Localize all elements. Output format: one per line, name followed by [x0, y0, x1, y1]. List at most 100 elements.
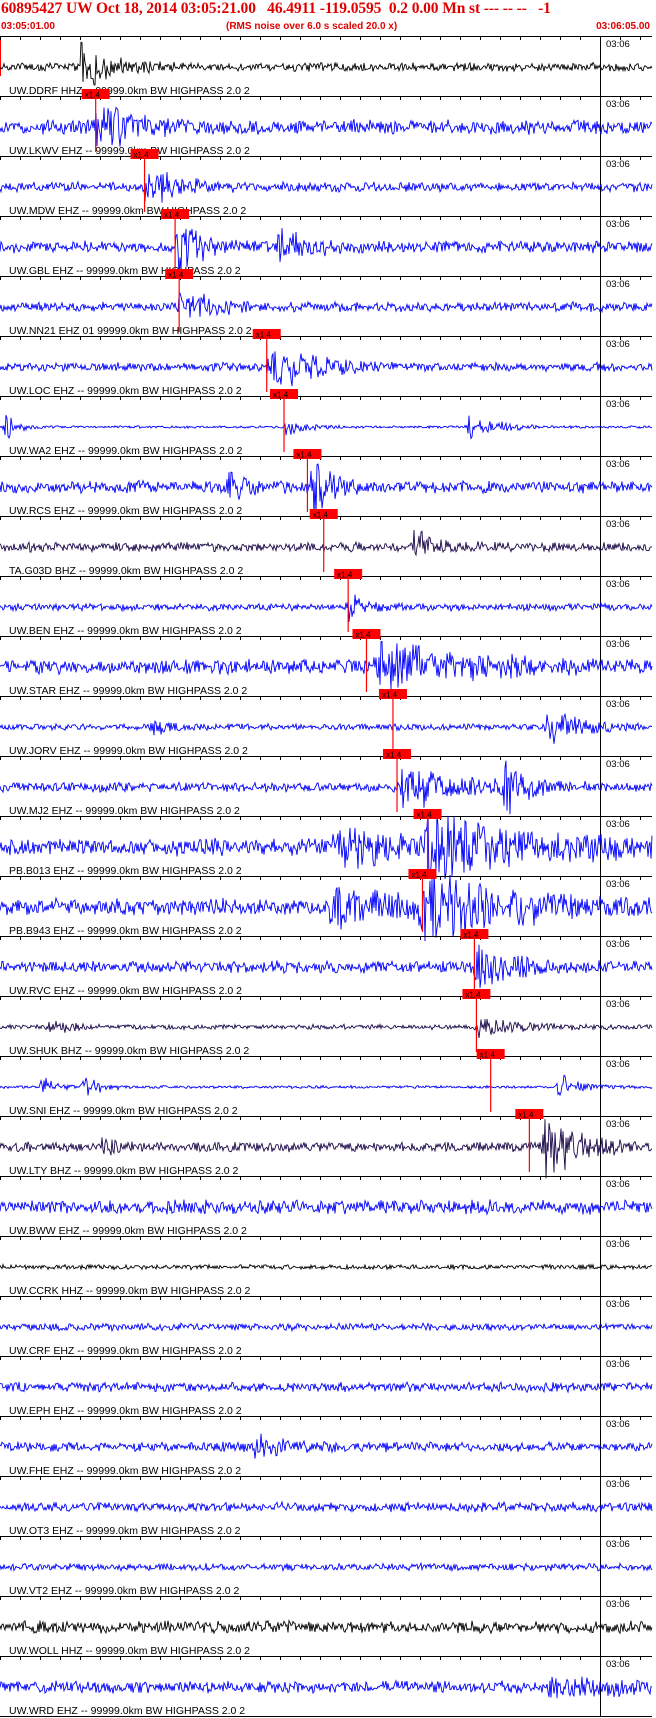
pick-label: x1.4 — [273, 391, 289, 400]
minute-marker-label: 03:06 — [606, 1179, 630, 1190]
trace-panel: 03:06 PB.B013 EHZ -- 99999.0km BW HIGHPAS… — [0, 809, 653, 879]
station-label: UW.GBL EHZ -- 99999.0km BW HIGHPASS 2.0 … — [9, 265, 241, 277]
station-label: UW.SHUK BHZ -- 99999.0km BW HIGHPASS 2.0… — [9, 1045, 249, 1057]
minute-marker-label: 03:06 — [606, 1119, 630, 1130]
station-label: TA.G03D BHZ -- 99999.0km BW HIGHPASS 2.0… — [9, 565, 243, 577]
station-label: UW.LTY BHZ -- 99999.0km BW HIGHPASS 2.0 … — [9, 1165, 238, 1177]
station-label: UW.WOLL HHZ -- 99999.0km BW HIGHPASS 2.0… — [9, 1645, 250, 1657]
trace-panel: 03:06 UW.EPH EHZ -- 99999.0km BW HIGHPASS… — [0, 1356, 653, 1417]
minute-marker-label: 03:06 — [606, 939, 630, 950]
minute-marker-label: 03:06 — [606, 639, 630, 650]
trace-panel: 03:06 UW.LKWV EHZ -- 99999.0km BW HIGHPAS… — [0, 89, 653, 157]
trace-panel: 03:06 UW.NN21 EHZ 01 99999.0km BW HIGHPAS… — [0, 269, 653, 337]
pick-label: x1.4 — [296, 451, 312, 460]
station-label: UW.OT3 EHZ -- 99999.0km BW HIGHPASS 2.0 … — [9, 1525, 241, 1537]
trace-panel: 03:06 TA.G03D BHZ -- 99999.0km BW HIGHPAS… — [0, 509, 653, 577]
minute-marker-label: 03:06 — [606, 1659, 630, 1670]
waveform — [0, 171, 653, 203]
station-label: UW.CCRK HHZ -- 99999.0km BW HIGHPASS 2.0… — [9, 1285, 251, 1297]
trace-panel: 03:06 UW.SHUK BHZ -- 99999.0km BW HIGHPAS… — [0, 989, 653, 1057]
minute-marker-label: 03:06 — [606, 519, 630, 530]
minute-marker-label: 03:06 — [606, 459, 630, 470]
waveform — [0, 1380, 653, 1394]
waveform — [0, 1198, 653, 1216]
station-label: UW.MJ2 EHZ -- 99999.0km BW HIGHPASS 2.0 … — [9, 805, 240, 817]
waveform — [0, 641, 653, 690]
seismogram-plot: 03:06 UW.DDRF HHZ -- 99999.0km BW HIGHPAS… — [0, 36, 653, 1717]
station-label: UW.STAR EHZ -- 99999.0km BW HIGHPASS 2.0… — [9, 685, 247, 697]
waveform — [0, 351, 653, 387]
waveform — [0, 414, 653, 440]
station-label: UW.RVC EHZ -- 99999.0km BW HIGHPASS 2.0 … — [9, 985, 242, 997]
trace-panel: 03:06 UW.JORV EHZ -- 99999.0km BW HIGHPAS… — [0, 689, 653, 757]
trace-panel: 03:06 UW.LTY BHZ -- 99999.0km BW HIGHPASS… — [0, 1109, 653, 1179]
station-label: UW.VT2 EHZ -- 99999.0km BW HIGHPASS 2.0 … — [9, 1585, 239, 1597]
waveform — [0, 1619, 653, 1635]
pick-label: x1.4 — [355, 631, 371, 640]
waveform — [0, 944, 653, 989]
station-label: UW.WRD EHZ -- 99999.0km BW HIGHPASS 2.0 … — [9, 1705, 245, 1717]
pick-label: x1.4 — [134, 151, 150, 160]
pick-label: x1.4 — [85, 91, 101, 100]
station-label: UW.RCS EHZ -- 99999.0km BW HIGHPASS 2.0 … — [9, 505, 242, 517]
trace-panel: 03:06 UW.MJ2 EHZ -- 99999.0km BW HIGHPASS… — [0, 749, 653, 817]
waveform — [0, 1433, 653, 1459]
trace-panel: 03:06 UW.MDW EHZ -- 99999.0km BW HIGHPASS… — [0, 149, 653, 217]
trace-panel: 03:06 PB.B943 EHZ -- 99999.0km BW HIGHPAS… — [0, 869, 653, 942]
station-label: UW.JORV EHZ -- 99999.0km BW HIGHPASS 2.0… — [9, 745, 248, 757]
minute-marker-label: 03:06 — [606, 1599, 630, 1610]
minute-marker-label: 03:06 — [606, 1479, 630, 1490]
waveform — [0, 594, 653, 622]
station-label: UW.BEN EHZ -- 99999.0km BW HIGHPASS 2.0 … — [9, 625, 242, 637]
pick-label: x1.4 — [164, 211, 180, 220]
waveform — [0, 41, 653, 86]
waveform — [0, 106, 653, 147]
station-label: UW.NN21 EHZ 01 99999.0km BW HIGHPASS 2.0… — [9, 325, 252, 337]
trace-panel: 03:06 UW.RVC EHZ -- 99999.0km BW HIGHPASS… — [0, 929, 653, 997]
station-label: UW.DDRF HHZ -- 99999.0km BW HIGHPASS 2.0… — [9, 85, 250, 97]
trace-panel: 03:06 UW.WRD EHZ -- 99999.0km BW HIGHPASS… — [0, 1656, 653, 1717]
waveform — [0, 1500, 653, 1514]
minute-marker-label: 03:06 — [606, 699, 630, 710]
minute-marker-label: 03:06 — [606, 1359, 630, 1370]
minute-marker-label: 03:06 — [606, 999, 630, 1010]
waveform — [0, 529, 653, 557]
pick-label: x1.4 — [382, 691, 398, 700]
waveform — [0, 1074, 653, 1097]
station-label: UW.WA2 EHZ -- 99999.0km BW HIGHPASS 2.0 … — [9, 445, 243, 457]
minute-marker-label: 03:06 — [606, 159, 630, 170]
minute-marker-label: 03:06 — [606, 1239, 630, 1250]
pick-label: x1.4 — [465, 991, 481, 1000]
waveform — [0, 1018, 653, 1039]
pick-label: x1.4 — [168, 271, 184, 280]
trace-panel: 03:06 UW.WA2 EHZ -- 99999.0km BW HIGHPASS… — [0, 389, 653, 457]
trace-panel: 03:06 UW.CCRK HHZ -- 99999.0km BW HIGHPAS… — [0, 1236, 653, 1297]
trace-panel: 03:06 UW.BWW EHZ -- 99999.0km BW HIGHPASS… — [0, 1176, 653, 1237]
pick-label: x1.4 — [463, 931, 479, 940]
waveform — [0, 1322, 653, 1333]
waveform — [0, 1676, 653, 1699]
minute-marker-label: 03:06 — [606, 759, 630, 770]
trace-panel: 03:06 UW.CRF EHZ -- 99999.0km BW HIGHPASS… — [0, 1296, 653, 1357]
station-label: UW.BWW EHZ -- 99999.0km BW HIGHPASS 2.0 … — [9, 1225, 247, 1237]
trace-panel: 03:06 UW.BEN EHZ -- 99999.0km BW HIGHPASS… — [0, 569, 653, 637]
trace-panel: 03:06 UW.DDRF HHZ -- 99999.0km BW HIGHPAS… — [0, 36, 653, 97]
station-label: PB.B013 EHZ -- 99999.0km BW HIGHPASS 2.0… — [9, 865, 242, 877]
minute-marker-label: 03:06 — [606, 219, 630, 230]
waveform — [0, 1263, 653, 1271]
station-label: PB.B943 EHZ -- 99999.0km BW HIGHPASS 2.0… — [9, 925, 242, 937]
station-label: UW.SNI EHZ -- 99999.0km BW HIGHPASS 2.0 … — [9, 1105, 238, 1117]
trace-panel: 03:06 UW.STAR EHZ -- 99999.0km BW HIGHPAS… — [0, 629, 653, 697]
station-label: UW.FHE EHZ -- 99999.0km BW HIGHPASS 2.0 … — [9, 1465, 241, 1477]
waveform — [0, 292, 653, 318]
minute-marker-label: 03:06 — [606, 879, 630, 890]
trace-panel: 03:06 UW.LOC EHZ -- 99999.0km BW HIGHPASS… — [0, 329, 653, 397]
pick-label: x1.4 — [386, 751, 402, 760]
minute-marker-label: 03:06 — [606, 339, 630, 350]
station-label: UW.LOC EHZ -- 99999.0km BW HIGHPASS 2.0 … — [9, 385, 242, 397]
trace-panel: 03:06 UW.RCS EHZ -- 99999.0km BW HIGHPASS… — [0, 449, 653, 517]
pick-label: x1.4 — [313, 511, 329, 520]
station-label: UW.MDW EHZ -- 99999.0km BW HIGHPASS 2.0 … — [9, 205, 246, 217]
pick-label: x1.4 — [411, 871, 427, 880]
minute-marker-label: 03:06 — [606, 819, 630, 830]
